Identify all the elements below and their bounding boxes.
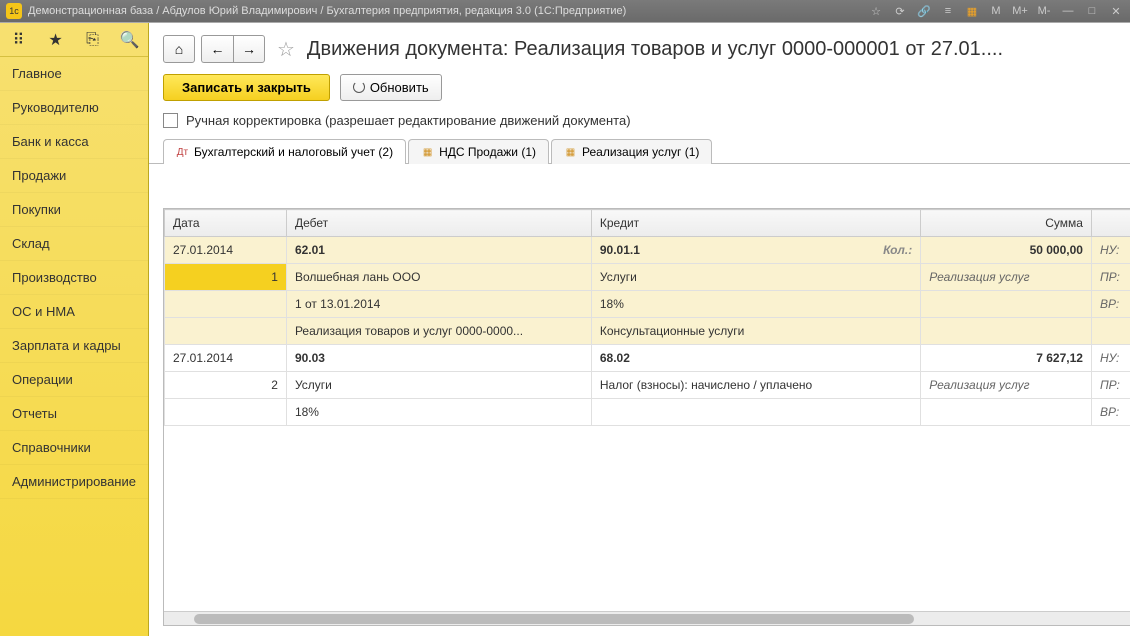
tab-label: Бухгалтерский и налоговый учет (2) <box>194 145 393 159</box>
table-row[interactable]: 1 от 13.01.201418%ВР: <box>164 291 1130 318</box>
main-panel: ⌂ ← → ☆ Движения документа: Реализация т… <box>149 23 1130 636</box>
sidebar-item[interactable]: Руководителю <box>0 91 148 125</box>
minimize-icon[interactable]: — <box>1060 3 1076 19</box>
back-button[interactable]: ← <box>201 35 233 63</box>
tool-icon[interactable]: M+ <box>1012 3 1028 19</box>
accounting-icon: Дт <box>176 146 189 159</box>
col-sum[interactable]: Сумма <box>921 210 1092 237</box>
table-row[interactable]: 1Волшебная лань ОООУслугиРеализация услу… <box>164 264 1130 291</box>
tab[interactable]: ▦ Реализация услуг (1) <box>551 139 712 164</box>
refresh-icon <box>353 81 365 93</box>
forward-button[interactable]: → <box>233 35 265 63</box>
movements-table: Дата Дебет Кредит Сумма Сумм 27.01.20146… <box>163 208 1130 626</box>
sidebar-item[interactable]: Склад <box>0 227 148 261</box>
sidebar-item[interactable]: Операции <box>0 363 148 397</box>
manual-edit-label: Ручная корректировка (разрешает редактир… <box>186 113 631 128</box>
sidebar-item[interactable]: Главное <box>0 57 148 91</box>
sidebar-item[interactable]: Продажи <box>0 159 148 193</box>
col-credit[interactable]: Кредит <box>591 210 920 237</box>
refresh-label: Обновить <box>370 80 429 95</box>
sidebar-item[interactable]: Покупки <box>0 193 148 227</box>
sidebar-item[interactable]: Банк и касса <box>0 125 148 159</box>
tab-label: Реализация услуг (1) <box>582 145 699 159</box>
tool-icon[interactable]: M <box>988 3 1004 19</box>
col-empty[interactable] <box>1091 210 1130 237</box>
refresh-button[interactable]: Обновить <box>340 74 442 101</box>
window-titlebar: 1c Демонстрационная база / Абдулов Юрий … <box>0 0 1130 22</box>
sidebar-top-toolbar: ⠿ ★ ⎘ 🔍 <box>0 23 148 57</box>
table-row[interactable]: Реализация товаров и услуг 0000-0000...К… <box>164 318 1130 345</box>
sidebar: ⠿ ★ ⎘ 🔍 ГлавноеРуководителюБанк и кассаП… <box>0 23 149 636</box>
sections-icon[interactable]: ⠿ <box>0 23 37 56</box>
search-icon[interactable]: 🔍 <box>111 23 148 56</box>
sidebar-item[interactable]: ОС и НМА <box>0 295 148 329</box>
favorite-star-icon[interactable]: ☆ <box>271 37 301 62</box>
sidebar-item[interactable]: Администрирование <box>0 465 148 499</box>
register-icon: ▦ <box>421 146 434 159</box>
scrollbar-thumb[interactable] <box>194 614 914 624</box>
tool-icon[interactable]: ≡ <box>940 3 956 19</box>
register-icon: ▦ <box>564 146 577 159</box>
sidebar-item[interactable]: Зарплата и кадры <box>0 329 148 363</box>
page-title: Движения документа: Реализация товаров и… <box>307 38 1130 61</box>
save-close-button[interactable]: Записать и закрыть <box>163 74 330 101</box>
tab[interactable]: Дт Бухгалтерский и налоговый учет (2) <box>163 139 406 164</box>
home-button[interactable]: ⌂ <box>163 35 195 63</box>
tool-icon[interactable]: ⟳ <box>892 3 908 19</box>
tab[interactable]: ▦ НДС Продажи (1) <box>408 139 549 164</box>
sidebar-item[interactable]: Отчеты <box>0 397 148 431</box>
tool-icon[interactable]: ☆ <box>868 3 884 19</box>
tab-label: НДС Продажи (1) <box>439 145 536 159</box>
tool-icon[interactable]: 🔗 <box>916 3 932 19</box>
calendar-icon[interactable]: ▦ <box>964 3 980 19</box>
window-title: Демонстрационная база / Абдулов Юрий Вла… <box>28 5 868 17</box>
sidebar-item[interactable]: Справочники <box>0 431 148 465</box>
table-row[interactable]: 2УслугиНалог (взносы): начислено / уплач… <box>164 372 1130 399</box>
favorites-icon[interactable]: ★ <box>37 23 74 56</box>
manual-edit-checkbox[interactable] <box>163 113 178 128</box>
col-debit[interactable]: Дебет <box>286 210 591 237</box>
titlebar-tools: ☆ ⟳ 🔗 ≡ ▦ M M+ M- — □ ✕ <box>868 3 1124 19</box>
table-row[interactable]: 27.01.201490.0368.027 627,12НУ: <box>164 345 1130 372</box>
history-icon[interactable]: ⎘ <box>74 23 111 56</box>
sidebar-item[interactable]: Производство <box>0 261 148 295</box>
close-icon[interactable]: ✕ <box>1108 3 1124 19</box>
col-date[interactable]: Дата <box>164 210 286 237</box>
horizontal-scrollbar[interactable] <box>164 611 1130 625</box>
maximize-icon[interactable]: □ <box>1084 3 1100 19</box>
table-row[interactable]: 18%ВР: <box>164 399 1130 426</box>
table-row[interactable]: 27.01.201462.0190.01.1Кол.:50 000,00НУ: <box>164 237 1130 264</box>
app-logo-icon: 1c <box>6 3 22 19</box>
tool-icon[interactable]: M- <box>1036 3 1052 19</box>
